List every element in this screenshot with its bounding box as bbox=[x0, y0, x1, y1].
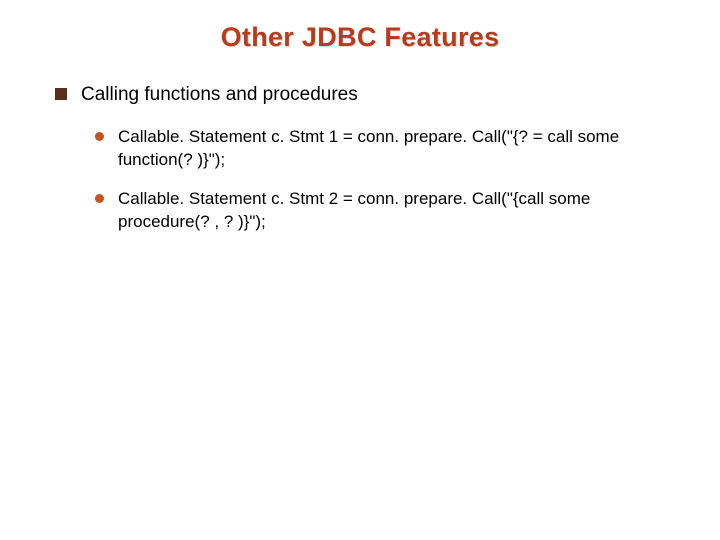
slide-content: Calling functions and procedures Callabl… bbox=[0, 53, 720, 233]
square-bullet-icon bbox=[55, 88, 67, 100]
slide: Other JDBC Features Calling functions an… bbox=[0, 0, 720, 540]
round-bullet-icon bbox=[95, 132, 104, 141]
level1-text: Calling functions and procedures bbox=[81, 83, 358, 108]
bullet-level1: Calling functions and procedures bbox=[55, 83, 680, 108]
level2-text: Callable. Statement c. Stmt 1 = conn. pr… bbox=[118, 126, 680, 172]
level2-group: Callable. Statement c. Stmt 1 = conn. pr… bbox=[55, 126, 680, 234]
bullet-level2: Callable. Statement c. Stmt 1 = conn. pr… bbox=[95, 126, 680, 172]
bullet-level2: Callable. Statement c. Stmt 2 = conn. pr… bbox=[95, 188, 680, 234]
level2-text: Callable. Statement c. Stmt 2 = conn. pr… bbox=[118, 188, 680, 234]
round-bullet-icon bbox=[95, 194, 104, 203]
slide-title: Other JDBC Features bbox=[0, 0, 720, 53]
